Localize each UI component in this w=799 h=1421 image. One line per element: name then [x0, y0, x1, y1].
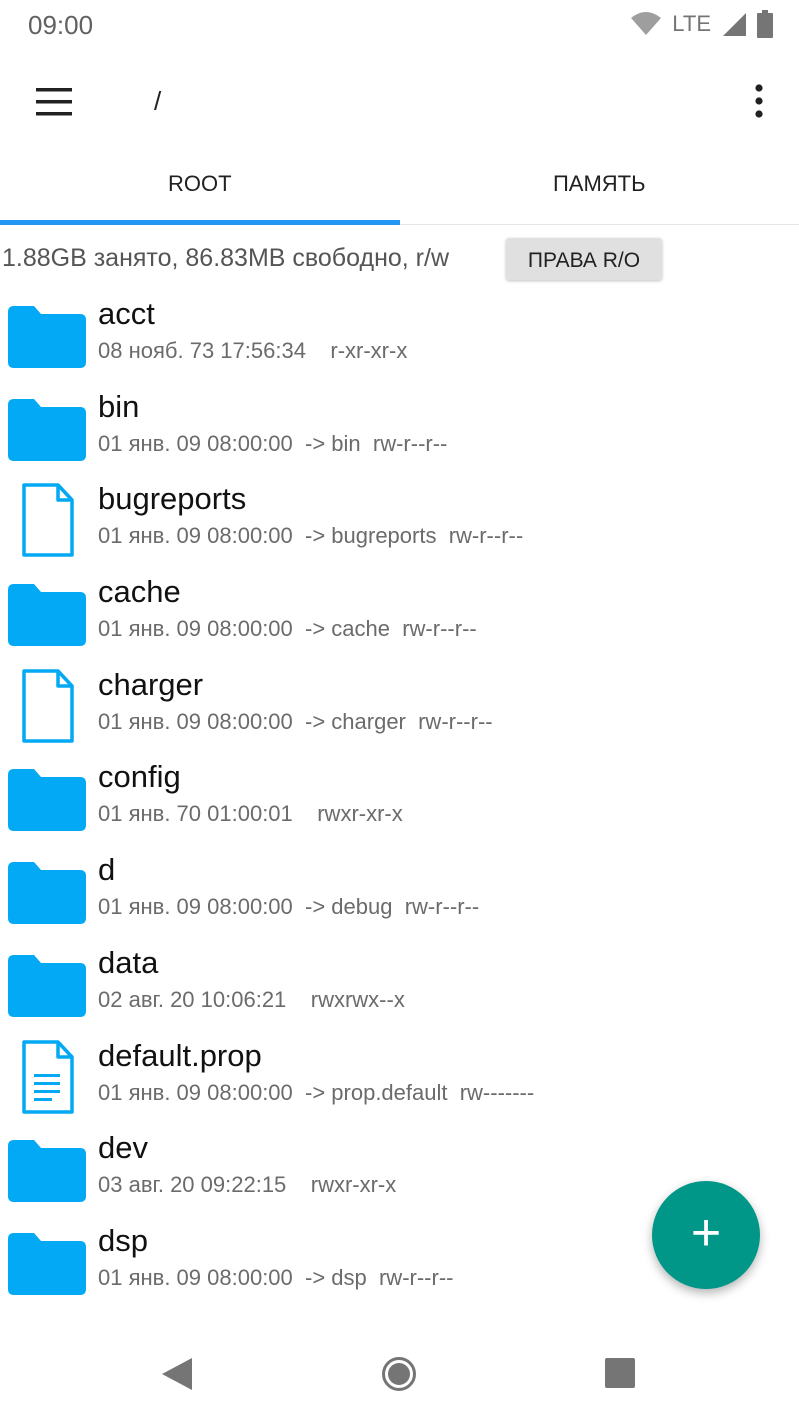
folder-icon — [8, 860, 86, 925]
folder-icon — [8, 304, 86, 368]
file-icon — [8, 483, 86, 558]
wifi-icon — [630, 12, 662, 36]
file-meta: 01 янв. 09 08:00:00 -> bin rw-r--r-- — [98, 430, 448, 456]
add-button[interactable]: + — [652, 1181, 760, 1289]
tab-memory[interactable]: ПАМЯТЬ — [400, 154, 799, 224]
file-meta: 01 янв. 70 01:00:01 rwxr-xr-x — [98, 801, 403, 827]
add-icon: + — [690, 1204, 722, 1262]
folder-icon — [8, 1231, 86, 1295]
file-name: acct — [98, 296, 155, 331]
file-icon — [8, 669, 86, 743]
file-row[interactable]: d 01 янв. 09 08:00:00 -> debug rw-r--r-- — [0, 848, 799, 941]
file-name: dev — [98, 1130, 148, 1166]
status-bar: 09:00 LTE — [0, 0, 799, 48]
back-icon[interactable] — [160, 1356, 194, 1397]
file-meta: 01 янв. 09 08:00:00 -> cache rw-r--r-- — [98, 616, 477, 642]
text-file-icon — [8, 1039, 86, 1114]
file-list: acct 08 нояб. 73 17:56:34 r-xr-xr-x bin 01 … — [0, 292, 799, 1326]
file-meta: 01 янв. 09 08:00:00 -> bugreports rw-r--… — [98, 523, 524, 549]
file-meta: 02 авг. 20 10:06:21 rwxrwx--x — [98, 986, 405, 1012]
permissions-ro-button[interactable]: ПРАВА R/O — [506, 238, 662, 280]
file-row[interactable]: bugreports 01 янв. 09 08:00:00 -> bugrepo… — [0, 477, 799, 570]
folder-icon — [8, 582, 86, 647]
file-row[interactable]: default.prop 01 янв. 09 08:00:00 -> prop.… — [0, 1034, 799, 1127]
tab-bar: ROOT ПАМЯТЬ — [0, 154, 799, 225]
file-name: charger — [98, 666, 204, 702]
file-row[interactable]: config 01 янв. 70 01:00:01 rwxr-xr-x — [0, 755, 799, 848]
file-meta: 08 нояб. 73 17:56:34 r-xr-xr-x — [98, 338, 408, 363]
file-meta: 01 янв. 09 08:00:00 -> charger rw-r--r-- — [98, 708, 493, 734]
file-meta: 01 янв. 09 08:00:00 -> prop.default rw--… — [98, 1079, 535, 1105]
file-name: default.prop — [98, 1037, 262, 1073]
folder-icon — [8, 767, 86, 832]
file-name: data — [98, 944, 159, 980]
file-name: config — [98, 759, 181, 795]
folder-icon — [8, 1138, 86, 1203]
network-type: LTE — [672, 11, 711, 36]
home-icon[interactable] — [381, 1356, 417, 1397]
app-bar: / — [0, 48, 799, 154]
storage-info: 1.88GB занято, 86.83MB свободно, r/w — [2, 244, 449, 272]
status-icons: LTE — [630, 10, 773, 38]
current-path: / — [154, 86, 162, 116]
file-name: dsp — [98, 1222, 148, 1258]
file-meta: 03 авг. 20 09:22:15 rwxr-xr-x — [98, 1172, 397, 1198]
menu-icon[interactable] — [30, 82, 78, 122]
file-row[interactable]: bin 01 янв. 09 08:00:00 -> bin rw-r--r-- — [0, 385, 799, 478]
folder-icon — [8, 397, 86, 461]
file-name: cache — [98, 574, 181, 610]
tab-root[interactable]: ROOT — [0, 154, 400, 225]
file-name: bugreports — [98, 481, 247, 517]
file-meta: 01 янв. 09 08:00:00 -> debug rw-r--r-- — [98, 894, 480, 920]
navigation-bar — [0, 1326, 799, 1421]
file-meta: 01 янв. 09 08:00:00 -> dsp rw-r--r-- — [98, 1264, 454, 1290]
file-row[interactable]: charger 01 янв. 09 08:00:00 -> charger rw… — [0, 663, 799, 756]
more-vert-icon[interactable] — [749, 82, 769, 122]
storage-bar: 1.88GB занято, 86.83MB свободно, r/w ПРА… — [0, 236, 799, 284]
folder-icon — [8, 953, 86, 1017]
recents-icon[interactable] — [605, 1358, 635, 1393]
file-name: d — [98, 852, 116, 888]
file-row[interactable]: cache 01 янв. 09 08:00:00 -> cache rw-r--… — [0, 570, 799, 663]
battery-icon — [757, 10, 773, 38]
file-name: bin — [98, 388, 140, 424]
file-row[interactable]: data 02 авг. 20 10:06:21 rwxrwx--x — [0, 941, 799, 1034]
status-time: 09:00 — [28, 10, 94, 40]
signal-icon — [721, 11, 747, 37]
file-row[interactable]: acct 08 нояб. 73 17:56:34 r-xr-xr-x — [0, 292, 799, 385]
